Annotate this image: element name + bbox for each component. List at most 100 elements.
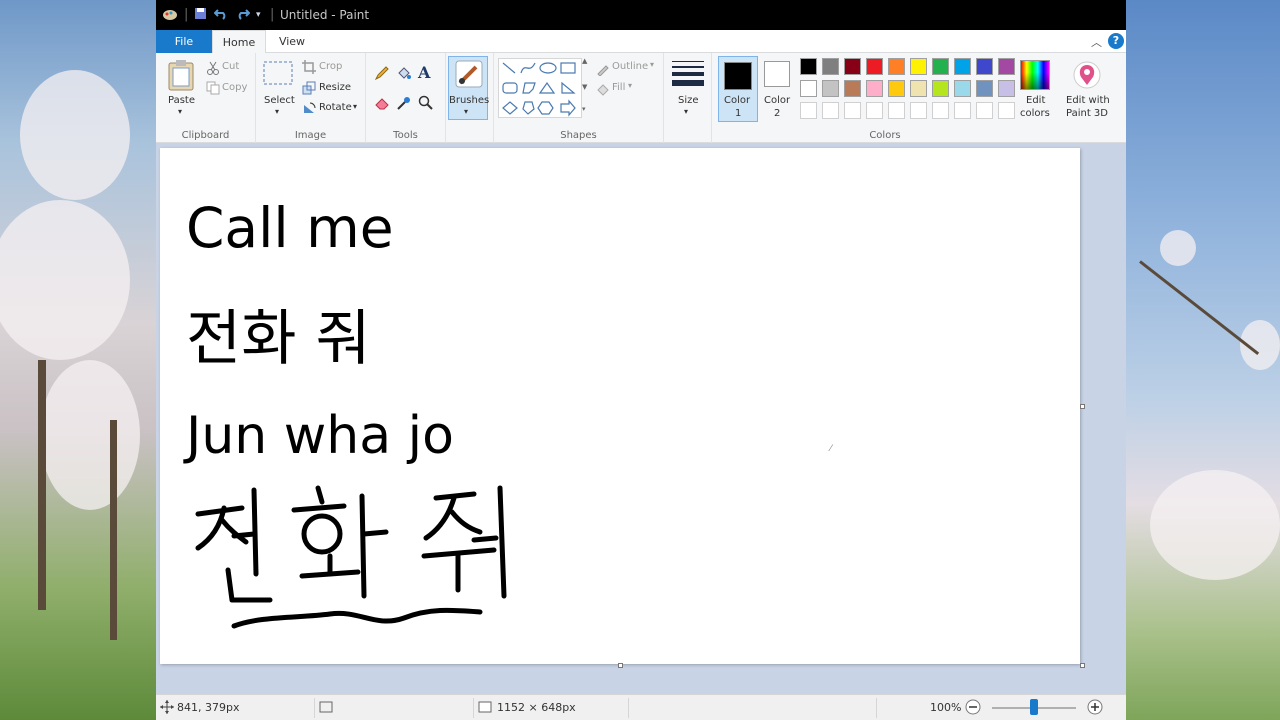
copy-icon — [206, 80, 220, 99]
tools-group: A Tools — [366, 53, 446, 143]
tab-home[interactable]: Home — [212, 30, 266, 54]
color-swatch[interactable] — [888, 80, 905, 97]
fill-button[interactable]: Fill — [612, 82, 625, 93]
ribbon-tabs: File Home View ︿ ? — [156, 30, 1126, 54]
rotate-dropdown-icon[interactable]: ▾ — [353, 102, 357, 111]
color-swatch[interactable] — [800, 58, 817, 75]
color-picker-icon[interactable] — [396, 95, 412, 115]
fill-dropdown-icon[interactable]: ▾ — [628, 81, 632, 90]
color-swatch[interactable] — [910, 58, 927, 75]
paint3d-group: Edit with Paint 3D — [1058, 53, 1118, 143]
color-swatch[interactable] — [976, 58, 993, 75]
edit-colors-icon — [1020, 60, 1050, 90]
color-swatch[interactable] — [998, 58, 1015, 75]
size-button[interactable] — [672, 60, 704, 92]
colors-group: Color 1 Color 2 Edit colors Colors — [712, 53, 1058, 143]
drawing-canvas[interactable]: Call me 전화 줘 Jun wha jo ⁄ — [160, 148, 1080, 664]
select-button[interactable] — [263, 61, 293, 89]
paint-window: | ▾ | Untitled - Paint File Home View ︿ … — [156, 0, 1126, 720]
shapes-scroll-down-icon[interactable]: ▼ — [582, 83, 587, 91]
rotate-button[interactable]: Rotate — [319, 102, 352, 113]
zoom-slider-thumb[interactable] — [1030, 699, 1038, 715]
canvas-resize-handle-corner[interactable] — [1080, 663, 1085, 668]
custom-color-slot[interactable] — [932, 102, 949, 119]
color-swatch[interactable] — [932, 58, 949, 75]
color2-label-line2: 2 — [774, 108, 781, 119]
color-swatch[interactable] — [998, 80, 1015, 97]
color1-label-line1: Color — [724, 95, 751, 106]
color2-button[interactable] — [764, 61, 790, 87]
canvas-resize-handle-bottom[interactable] — [618, 663, 623, 668]
redo-icon[interactable] — [236, 7, 251, 24]
cursor-position-text: 841, 379px — [177, 701, 240, 714]
color-swatch[interactable] — [888, 58, 905, 75]
color-swatch[interactable] — [822, 80, 839, 97]
copy-button[interactable]: Copy — [222, 82, 247, 93]
custom-color-slot[interactable] — [954, 102, 971, 119]
selection-size-icon — [319, 700, 333, 717]
color-swatch[interactable] — [910, 80, 927, 97]
brushes-dropdown-icon[interactable]: ▾ — [464, 107, 468, 116]
tab-file[interactable]: File — [156, 30, 212, 53]
color-swatch[interactable] — [932, 80, 949, 97]
text-tool-icon[interactable]: A — [418, 63, 430, 82]
outline-button[interactable]: Outline — [612, 61, 648, 72]
image-size-icon — [478, 700, 493, 717]
customize-toolbar-icon[interactable]: ▾ — [256, 10, 261, 20]
custom-color-slot[interactable] — [822, 102, 839, 119]
fill-icon — [596, 81, 610, 100]
paste-dropdown-icon[interactable]: ▾ — [178, 107, 182, 116]
magnifier-icon[interactable] — [418, 95, 434, 115]
cut-button[interactable]: Cut — [222, 61, 239, 72]
shapes-group-label: Shapes — [560, 130, 597, 141]
collapse-ribbon-icon[interactable]: ︿ — [1091, 34, 1102, 50]
color-swatch[interactable] — [866, 80, 883, 97]
zoom-out-button[interactable] — [964, 698, 982, 719]
color-swatch[interactable] — [844, 80, 861, 97]
brushes-group: Brushes ▾ — [446, 53, 494, 143]
title-bar: | ▾ | Untitled - Paint — [156, 0, 1126, 30]
save-icon[interactable] — [194, 7, 207, 24]
color-swatch[interactable] — [954, 58, 971, 75]
paint3d-icon — [1072, 60, 1102, 94]
pencil-icon[interactable] — [374, 65, 390, 85]
paste-button[interactable] — [168, 59, 194, 95]
edit-with-paint3d-button[interactable]: Edit with — [1066, 95, 1110, 106]
color-swatch[interactable] — [822, 58, 839, 75]
color-swatch[interactable] — [866, 58, 883, 75]
color-swatch[interactable] — [976, 80, 993, 97]
clipboard-group-label: Clipboard — [181, 130, 230, 141]
zoom-in-button[interactable] — [1086, 698, 1104, 719]
fill-bucket-icon[interactable] — [396, 65, 412, 85]
cursor-position-icon — [160, 700, 174, 717]
rotate-icon — [302, 100, 316, 119]
eraser-icon[interactable] — [374, 95, 390, 115]
canvas-resize-handle-right[interactable] — [1080, 404, 1085, 409]
custom-color-slot[interactable] — [888, 102, 905, 119]
tools-group-label: Tools — [393, 130, 418, 141]
custom-color-slot[interactable] — [976, 102, 993, 119]
undo-icon[interactable] — [213, 7, 228, 24]
help-icon[interactable]: ? — [1108, 33, 1124, 49]
color-swatch[interactable] — [954, 80, 971, 97]
shapes-expand-icon[interactable]: ▾ — [582, 105, 586, 113]
custom-color-slot[interactable] — [844, 102, 861, 119]
edit-with-paint3d-label-line2: Paint 3D — [1066, 108, 1108, 119]
edit-colors-button[interactable]: Edit — [1026, 95, 1045, 106]
window-title: Untitled - Paint — [280, 8, 370, 22]
outline-dropdown-icon[interactable]: ▾ — [650, 60, 654, 69]
image-group-label: Image — [294, 130, 327, 141]
crop-button[interactable]: Crop — [319, 61, 342, 72]
size-dropdown-icon[interactable]: ▾ — [684, 107, 688, 116]
custom-color-slot[interactable] — [800, 102, 817, 119]
shapes-gallery[interactable] — [498, 58, 582, 118]
custom-color-slot[interactable] — [866, 102, 883, 119]
resize-button[interactable]: Resize — [319, 82, 351, 93]
tab-view[interactable]: View — [266, 30, 318, 53]
select-dropdown-icon[interactable]: ▾ — [275, 107, 279, 116]
custom-color-slot[interactable] — [910, 102, 927, 119]
color-swatch[interactable] — [844, 58, 861, 75]
color-swatch[interactable] — [800, 80, 817, 97]
shapes-scroll-up-icon[interactable]: ▲ — [582, 57, 587, 65]
custom-color-slot[interactable] — [998, 102, 1015, 119]
